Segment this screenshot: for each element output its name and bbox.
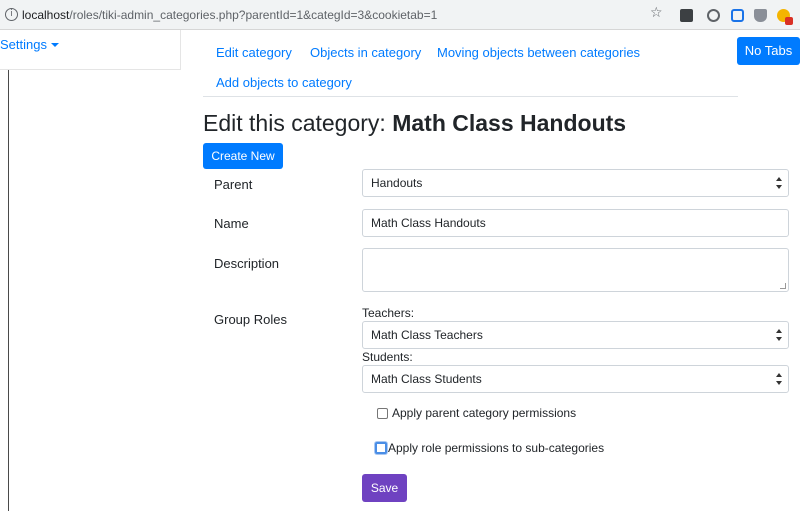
extension-icon[interactable]: [707, 9, 720, 22]
select-arrows-icon: [776, 329, 782, 341]
tab-objects-in-category[interactable]: Objects in category: [310, 45, 421, 60]
settings-label: Settings: [0, 37, 47, 52]
sidebar: Settings: [0, 30, 181, 70]
divider: [8, 70, 9, 511]
select-arrows-icon: [776, 177, 782, 189]
create-new-button[interactable]: Create New: [203, 143, 283, 169]
url-path: /roles/tiki-admin_categories.php?parentI…: [69, 8, 438, 22]
parent-select-value: Handouts: [371, 176, 423, 190]
info-icon[interactable]: i: [5, 8, 18, 21]
students-select-value: Math Class Students: [371, 372, 482, 386]
name-input-value: Math Class Handouts: [371, 216, 486, 230]
checkbox-box[interactable]: [377, 407, 388, 419]
description-textarea[interactable]: [362, 248, 789, 292]
tab-edit-category[interactable]: Edit category: [216, 45, 292, 60]
group-roles-label: Group Roles: [214, 312, 287, 327]
apply-role-permissions-checkbox[interactable]: Apply role permissions to sub-categories: [375, 441, 604, 455]
caret-down-icon: [50, 43, 59, 47]
title-prefix: Edit this category:: [203, 110, 393, 136]
address-url[interactable]: localhost/roles/tiki-admin_categories.ph…: [22, 8, 437, 22]
divider: [203, 96, 738, 97]
extension-icon[interactable]: [680, 9, 693, 22]
select-arrows-icon: [776, 373, 782, 385]
page-title: Edit this category: Math Class Handouts: [203, 110, 626, 137]
checkbox-box[interactable]: [375, 442, 387, 454]
bookmark-star-icon[interactable]: ☆: [650, 6, 663, 20]
description-label: Description: [214, 256, 280, 271]
extension-icon[interactable]: [754, 9, 767, 22]
title-category-name: Math Class Handouts: [392, 110, 627, 136]
teachers-label: Teachers:: [362, 306, 415, 320]
no-tabs-button[interactable]: No Tabs: [737, 37, 800, 65]
apply-parent-permissions-label: Apply parent category permissions: [392, 406, 577, 420]
students-select[interactable]: Math Class Students: [362, 365, 789, 393]
tab-moving-objects[interactable]: Moving objects between categories: [437, 45, 640, 60]
settings-dropdown[interactable]: Settings: [0, 37, 59, 52]
parent-label: Parent: [214, 177, 253, 192]
students-label: Students:: [362, 350, 413, 364]
save-button[interactable]: Save: [362, 474, 407, 502]
apply-role-permissions-label: Apply role permissions to sub-categories: [388, 441, 605, 455]
parent-select[interactable]: Handouts: [362, 169, 789, 197]
apply-parent-permissions-checkbox[interactable]: Apply parent category permissions: [377, 406, 576, 420]
url-host: localhost: [22, 8, 70, 22]
extension-icon[interactable]: [731, 9, 744, 22]
extension-icon[interactable]: [777, 9, 793, 25]
teachers-select-value: Math Class Teachers: [371, 328, 483, 342]
resize-handle-icon[interactable]: [780, 283, 786, 289]
teachers-select[interactable]: Math Class Teachers: [362, 321, 789, 349]
tab-add-objects[interactable]: Add objects to category: [216, 75, 352, 90]
browser-address-bar: i localhost/roles/tiki-admin_categories.…: [0, 0, 800, 30]
name-input[interactable]: Math Class Handouts: [362, 209, 789, 237]
name-label: Name: [214, 216, 249, 231]
